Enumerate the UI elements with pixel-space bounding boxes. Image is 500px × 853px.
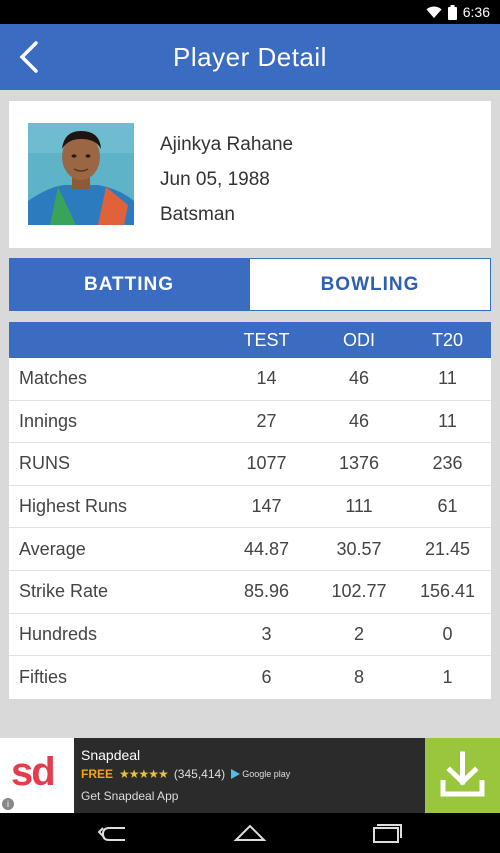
ad-cta-text: Get Snapdeal App (81, 789, 179, 803)
nav-back-button[interactable] (95, 821, 135, 845)
status-bar: 6:36 (0, 0, 500, 24)
ad-info-icon[interactable]: i (2, 798, 14, 810)
nav-recents-icon (373, 824, 402, 843)
google-play-label: Google play (242, 769, 291, 779)
cell-odi: 30.57 (336, 538, 382, 559)
nav-recents-button[interactable] (366, 821, 406, 845)
player-dob: Jun 05, 1988 (160, 169, 270, 190)
download-icon (440, 751, 485, 797)
page-title: Player Detail (173, 42, 327, 72)
cell-test: 3 (261, 623, 272, 644)
cell-odi: 46 (348, 368, 370, 389)
battery-icon (447, 4, 457, 20)
table-row: RUNS 1077 1376 236 (9, 443, 491, 486)
player-role: Batsman (160, 204, 235, 225)
cell-t20: 11 (438, 410, 457, 431)
cell-test: 1077 (246, 453, 287, 474)
table-row: Highest Runs 147 111 61 (9, 486, 491, 529)
cell-test: 85.96 (243, 581, 290, 602)
rating-stars-icon: ★★★★★ (119, 767, 169, 781)
stats-tabs: BATTING BOWLING (9, 258, 491, 311)
cell-odi: 2 (353, 623, 364, 644)
player-photo (28, 123, 134, 225)
row-label: Hundreds (19, 623, 98, 644)
ad-review-count: (345,414) (173, 767, 226, 781)
google-play-icon (231, 769, 241, 779)
cell-odi: 46 (348, 410, 370, 431)
cell-test: 6 (261, 666, 272, 687)
cell-t20: 11 (438, 368, 457, 389)
column-header-t20: T20 (431, 329, 464, 350)
cell-t20: 1 (442, 666, 453, 687)
clock-time: 6:36 (462, 4, 490, 20)
stats-header-row: TEST ODI T20 (9, 322, 491, 358)
google-play-badge: Google play (231, 769, 290, 779)
cell-test: 147 (251, 496, 282, 517)
ad-download-button[interactable] (425, 738, 500, 813)
nav-home-icon (233, 824, 267, 841)
row-label: Innings (19, 410, 78, 431)
nav-home-button[interactable] (230, 821, 270, 845)
row-label: Strike Rate (19, 581, 109, 602)
cell-odi: 1376 (338, 453, 380, 474)
cell-t20: 156.41 (419, 581, 476, 602)
cell-t20: 236 (432, 453, 463, 474)
table-row: Innings 27 46 11 (9, 401, 491, 444)
player-card: Ajinkya Rahane Jun 05, 1988 Batsman (9, 101, 491, 248)
cell-test: 27 (256, 410, 277, 431)
table-row: Hundreds 3 2 0 (9, 614, 491, 657)
system-nav-bar (0, 813, 500, 853)
cell-t20: 21.45 (424, 538, 471, 559)
cell-test: 44.87 (243, 538, 290, 559)
cell-test: 14 (256, 368, 277, 389)
stats-table: TEST ODI T20 Matches 14 46 11 Innings 27… (9, 322, 491, 699)
nav-back-icon (97, 827, 125, 841)
ad-details: FREE ★★★★★ (345,414) Google play (81, 767, 290, 781)
wifi-icon (426, 6, 442, 19)
ad-banner[interactable]: sd i Snapdeal FREE ★★★★★ (345,414) Googl… (0, 738, 500, 813)
cell-t20: 61 (437, 496, 458, 517)
tab-bowling[interactable]: BOWLING (249, 258, 491, 311)
table-row: Average 44.87 30.57 21.45 (9, 528, 491, 571)
player-name: Ajinkya Rahane (160, 134, 294, 155)
app-bar: Player Detail (0, 24, 500, 90)
column-header-test: TEST (243, 329, 290, 350)
row-label: Highest Runs (19, 496, 128, 517)
player-info: Ajinkya Rahane Jun 05, 1988 Batsman (160, 127, 293, 232)
table-row: Fifties 6 8 1 (9, 656, 491, 699)
ad-price: FREE (81, 767, 114, 781)
row-label: RUNS (19, 453, 71, 474)
row-label: Average (19, 538, 86, 559)
tab-batting[interactable]: BATTING (9, 258, 249, 311)
column-header-odi: ODI (342, 329, 375, 350)
cell-odi: 102.77 (331, 581, 387, 602)
row-label: Matches (19, 368, 88, 389)
cell-odi: 8 (353, 666, 364, 687)
ad-app-name: Snapdeal (81, 747, 141, 763)
table-row: Strike Rate 85.96 102.77 156.41 (9, 571, 491, 614)
table-row: Matches 14 46 11 (9, 358, 491, 401)
row-label: Fifties (19, 666, 68, 687)
snapdeal-logo-text: sd (11, 750, 56, 794)
ad-app-logo[interactable]: sd i (0, 738, 74, 813)
cell-odi: 111 (345, 496, 373, 517)
cell-t20: 0 (442, 623, 453, 644)
